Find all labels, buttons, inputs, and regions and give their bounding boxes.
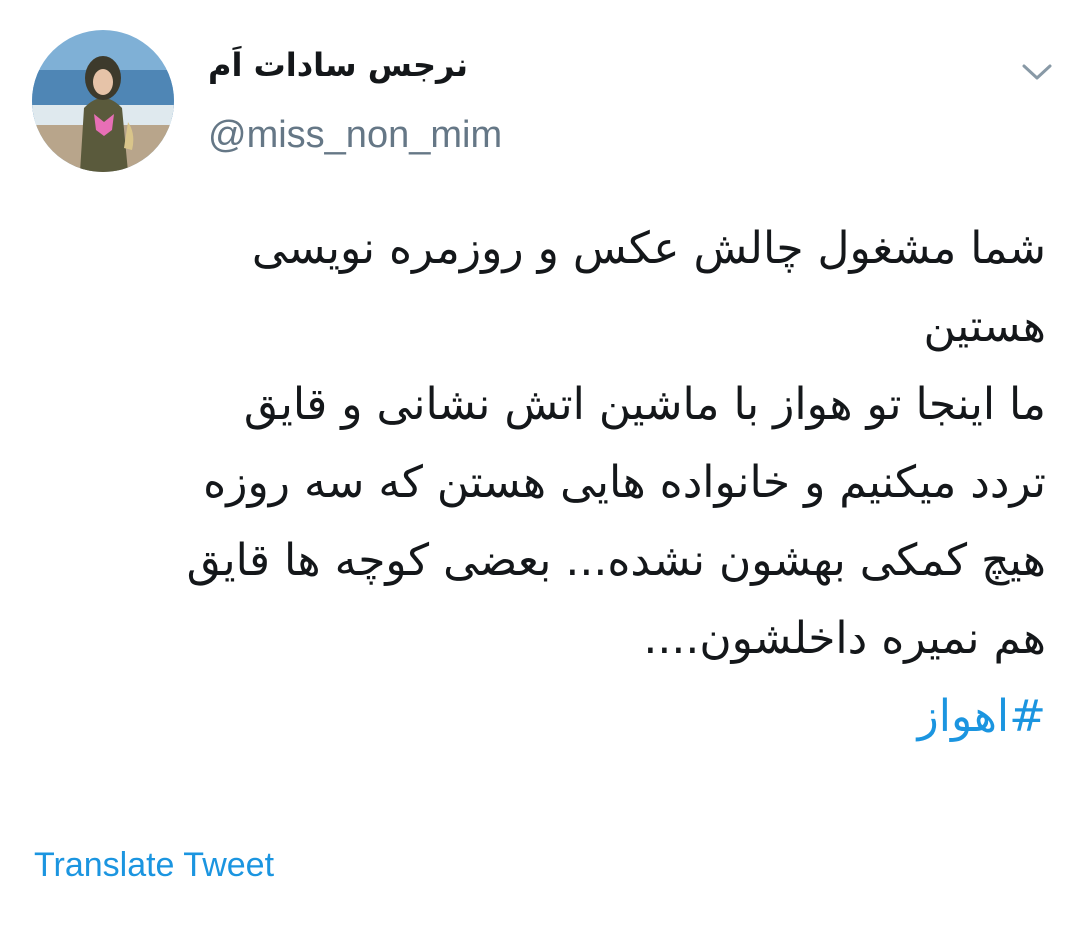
- tweet-text: شما مشغول چالش عکس و روزمره نویسی هستین …: [36, 210, 1046, 756]
- username-handle[interactable]: @miss_non_mim: [208, 114, 502, 157]
- tweet-text-line: هم نمیره داخلشون....: [643, 613, 1046, 664]
- tweet-text-line: هیچ کمکی بهشون نشده... بعضی کوچه ها قایق: [186, 535, 1046, 586]
- display-name[interactable]: نرجس سادات اَم: [208, 46, 468, 84]
- tweet-card: نرجس سادات اَم @miss_non_mim شما مشغول چ…: [0, 0, 1080, 932]
- avatar[interactable]: [32, 30, 174, 172]
- tweet-header: نرجس سادات اَم @miss_non_mim: [32, 28, 1052, 178]
- tweet-text-line: تردد میکنیم و خانواده هایی هستن که سه رو…: [203, 457, 1046, 508]
- tweet-menu-button[interactable]: [1020, 60, 1054, 84]
- tweet-text-line: شما مشغول چالش عکس و روزمره نویسی: [251, 223, 1046, 274]
- profile-photo-icon: [32, 30, 174, 172]
- hashtag-link[interactable]: #اهواز: [36, 678, 1047, 756]
- tweet-text-line: هستین: [923, 301, 1046, 352]
- tweet-text-line: ما اینجا تو هواز با ماشین اتش نشانی و قا…: [243, 379, 1046, 430]
- chevron-down-icon: [1022, 64, 1052, 80]
- translate-tweet-link[interactable]: Translate Tweet: [34, 846, 274, 885]
